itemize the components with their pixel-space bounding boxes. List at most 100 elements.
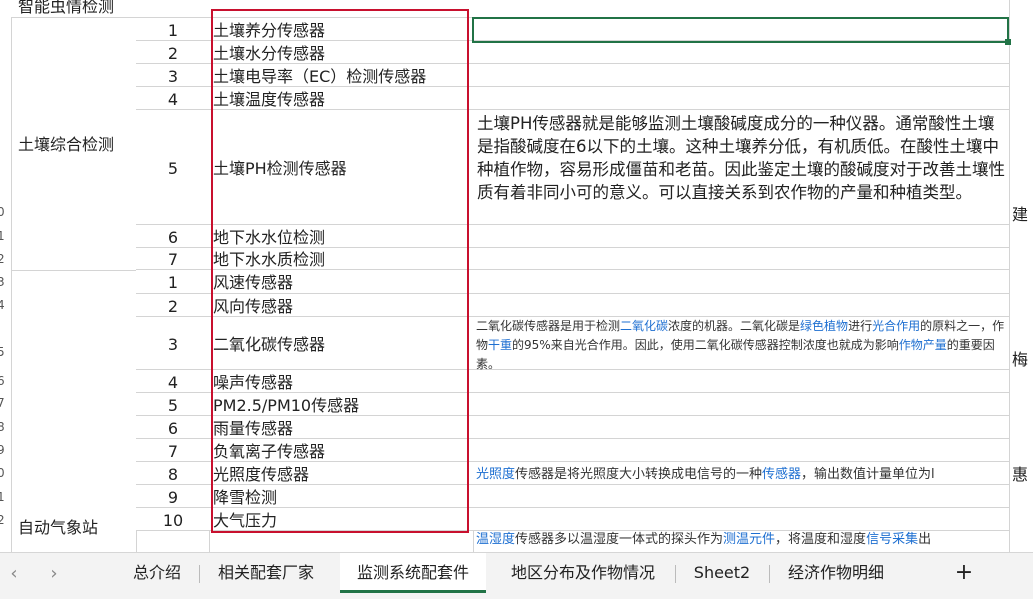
weather-sensor-cell[interactable]: 降雪检测 <box>209 485 474 508</box>
weather-number: 9 <box>167 487 179 507</box>
tab-sheet2[interactable]: Sheet2 <box>680 553 764 593</box>
weather-number-cell[interactable]: 9 <box>136 485 210 508</box>
humidity-text: 出 <box>918 532 932 547</box>
soil-sensor-cell[interactable]: 地下水水质检测 <box>209 248 474 270</box>
weather-number-cell[interactable]: 6 <box>136 416 210 439</box>
weather-description-cell[interactable] <box>473 416 1010 439</box>
sensor-link[interactable]: 传感器 <box>762 467 801 482</box>
weather-sensor-name: 光照度传感器 <box>213 464 310 484</box>
humidity-text: 传感器多以温湿度一体式的探头作为 <box>515 532 724 547</box>
row-number: 6 <box>0 374 5 388</box>
next-sheet-button[interactable]: › <box>44 563 64 584</box>
weather-number-cell[interactable]: 8 <box>136 462 210 485</box>
tab-cash-crops[interactable]: 经济作物明细 <box>774 553 898 593</box>
dry-weight-link[interactable]: 干重 <box>488 338 512 352</box>
temp-element-link[interactable]: 测温元件 <box>723 532 775 547</box>
photosynthesis-link[interactable]: 光合作用 <box>872 319 920 333</box>
soil-number-cell[interactable]: 5 <box>136 110 210 225</box>
prev-sheet-button[interactable]: ‹ <box>4 563 24 584</box>
weather-number-cell[interactable]: 7 <box>136 439 210 462</box>
category-insect-label: 智能虫情检测 <box>18 0 115 16</box>
right-cut-text: 建 <box>1012 205 1029 224</box>
weather-description-cell[interactable] <box>473 294 1010 317</box>
tab-monitoring-kit[interactable]: 监测系统配套件 <box>340 553 486 593</box>
weather-sensor-name: 风向传感器 <box>213 296 294 316</box>
category-soil-label: 土壤综合检测 <box>18 135 115 154</box>
weather-sensor-cell[interactable]: 风速传感器 <box>209 270 474 294</box>
soil-number-cell[interactable]: 4 <box>136 87 210 110</box>
weather-number-cell[interactable]: 10 <box>136 508 210 531</box>
add-sheet-button[interactable]: + <box>946 553 982 593</box>
weather-number-cell[interactable]: 4 <box>136 370 210 393</box>
weather-sensor-cell[interactable]: 雨量传感器 <box>209 416 474 439</box>
soil-description-cell[interactable] <box>473 41 1010 64</box>
soil-sensor-cell[interactable]: 土壤养分传感器 <box>209 18 474 41</box>
weather-sensor-name: 降雪检测 <box>213 487 278 507</box>
tab-vendors[interactable]: 相关配套厂家 <box>204 553 328 593</box>
soil-number: 4 <box>167 89 179 109</box>
weather-number: 2 <box>167 296 179 316</box>
weather-number-cell[interactable]: 3 <box>136 317 210 370</box>
row-number: 1 <box>0 229 5 243</box>
weather-sensor-cell[interactable]: PM2.5/PM10传感器 <box>209 393 474 416</box>
soil-number-cell[interactable]: 3 <box>136 64 210 87</box>
weather-sensor-name: 雨量传感器 <box>213 418 294 438</box>
soil-description-cell[interactable] <box>473 248 1010 270</box>
humidity-description: 温湿度传感器多以温湿度一体式的探头作为测温元件，将温度和湿度信号采集出 <box>476 530 1006 549</box>
weather-sensor-cell[interactable]: 光照度传感器 <box>209 462 474 485</box>
soil-number-cell[interactable]: 2 <box>136 41 210 64</box>
soil-sensor-cell[interactable]: 地下水水位检测 <box>209 225 474 248</box>
soil-description-cell[interactable] <box>473 225 1010 248</box>
weather-sensor-cell[interactable]: 风向传感器 <box>209 294 474 317</box>
weather-number-cell[interactable]: 2 <box>136 294 210 317</box>
weather-description-cell[interactable] <box>473 439 1010 462</box>
soil-number-cell[interactable]: 6 <box>136 225 210 248</box>
soil-sensor-name: 土壤温度传感器 <box>213 89 326 109</box>
weather-number: 8 <box>167 464 179 484</box>
temp-humidity-link[interactable]: 温湿度 <box>476 532 515 547</box>
weather-number: 7 <box>167 441 179 461</box>
weather-number-cell[interactable]: 1 <box>136 270 210 294</box>
weather-description-cell[interactable] <box>473 270 1010 294</box>
weather-sensor-cell[interactable]: 二氧化碳传感器 <box>209 317 474 370</box>
soil-sensor-cell[interactable]: 土壤水分传感器 <box>209 41 474 64</box>
weather-number: 5 <box>167 395 179 415</box>
tab-region-crops[interactable]: 地区分布及作物情况 <box>496 553 670 593</box>
soil-sensor-cell[interactable]: 土壤温度传感器 <box>209 87 474 110</box>
weather-description-cell[interactable] <box>473 508 1010 531</box>
row-number: 4 <box>0 298 5 312</box>
tab-intro[interactable]: 总介绍 <box>120 553 194 593</box>
co2-description: 二氧化碳传感器是用于检测二氧化碳浓度的机器。二氧化碳是绿色植物进行光合作用的原料… <box>476 317 1006 374</box>
green-plant-link[interactable]: 绿色植物 <box>800 319 848 333</box>
weather-description-cell[interactable] <box>473 393 1010 416</box>
co2-link[interactable]: 二氧化碳 <box>620 319 668 333</box>
weather-sensor-name: 负氧离子传感器 <box>213 441 326 461</box>
soil-number-cell[interactable]: 1 <box>136 18 210 41</box>
weather-sensor-cell[interactable]: 大气压力 <box>209 508 474 531</box>
cell[interactable] <box>136 0 210 18</box>
weather-sensor-name: 二氧化碳传感器 <box>213 334 326 354</box>
sheet-tab-bar: ‹ › 总介绍 相关配套厂家 监测系统配套件 地区分布及作物情况 Sheet2 … <box>0 552 1033 599</box>
illuminance-link[interactable]: 光照度 <box>476 467 515 482</box>
soil-description-cell[interactable] <box>473 64 1010 87</box>
soil-description-cell[interactable] <box>473 87 1010 110</box>
weather-number-cell[interactable]: 5 <box>136 393 210 416</box>
soil-sensor-cell[interactable]: 土壤电导率（EC）检测传感器 <box>209 64 474 87</box>
cell[interactable] <box>209 0 474 18</box>
weather-sensor-cell[interactable]: 噪声传感器 <box>209 370 474 393</box>
crop-yield-link[interactable]: 作物产量 <box>899 338 947 352</box>
fill-handle[interactable] <box>1005 39 1011 45</box>
soil-sensor-name: 地下水水质检测 <box>213 250 326 269</box>
weather-sensor-cell[interactable]: 负氧离子传感器 <box>209 439 474 462</box>
weather-sensor-name: 大气压力 <box>213 510 278 530</box>
cell[interactable] <box>473 0 1010 18</box>
row-number: 0 <box>0 205 5 219</box>
light-description: 光照度传感器是将光照度大小转换成电信号的一种传感器，输出数值计量单位为l <box>476 465 1006 484</box>
row-number: 0 <box>0 466 5 480</box>
soil-number: 5 <box>167 158 179 178</box>
soil-number-cell[interactable]: 7 <box>136 248 210 270</box>
soil-sensor-cell[interactable]: 土壤PH检测传感器 <box>209 110 474 225</box>
signal-collect-link[interactable]: 信号采集 <box>866 532 918 547</box>
weather-description-cell[interactable] <box>473 485 1010 508</box>
selected-cell[interactable] <box>472 17 1009 43</box>
